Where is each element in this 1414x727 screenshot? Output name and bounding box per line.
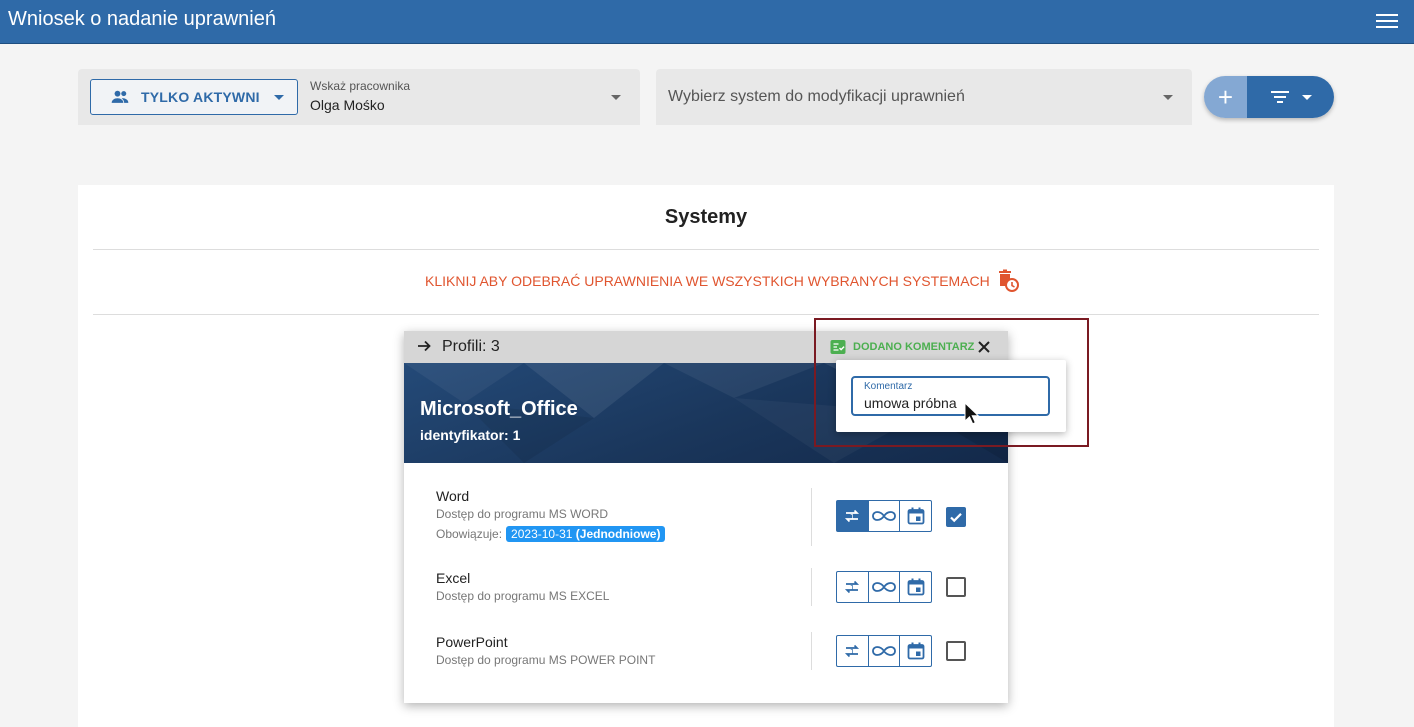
validity-mode-group: 1 <box>836 635 932 667</box>
delete-clock-icon <box>998 269 1019 292</box>
unlimited-button[interactable] <box>869 636 901 666</box>
divider <box>811 632 812 670</box>
validity-label: Obowiązuje: <box>436 527 503 541</box>
chevron-down-icon <box>273 94 284 100</box>
mouse-cursor-icon <box>964 402 980 425</box>
repeat-one-icon: 1 <box>845 580 860 594</box>
validity-type: (Jednodniowe) <box>575 527 661 541</box>
app-bar: Wniosek o nadanie uprawnień <box>0 0 1414 44</box>
profile-name: Excel <box>436 570 471 586</box>
profile-description: Dostęp do programu MS WORD <box>436 507 609 521</box>
svg-text:1: 1 <box>850 648 854 656</box>
divider <box>811 568 812 606</box>
profile-validity: Obowiązuje: 2023-10-31 (Jednodniowe) <box>436 526 666 542</box>
chevron-down-icon <box>1301 94 1312 100</box>
divider <box>93 314 1319 315</box>
system-identifier: identyfikator: 1 <box>420 427 521 443</box>
employee-dropdown-arrow-icon[interactable] <box>611 95 621 100</box>
employee-filter: TYLKO AKTYWNI Wskaż pracownika Olga Mośk… <box>78 69 640 125</box>
validity-mode-group: 1 <box>836 500 932 532</box>
action-fab-group: + <box>1204 76 1334 118</box>
system-dropdown-arrow-icon[interactable] <box>1163 95 1173 100</box>
one-time-button[interactable]: 1 <box>837 636 869 666</box>
filter-list-icon <box>1270 91 1289 103</box>
plus-icon: + <box>1217 81 1234 112</box>
active-only-label: TYLKO AKTYWNI <box>141 89 260 105</box>
repeat-one-icon: 1 <box>845 509 860 523</box>
one-time-button[interactable]: 1 <box>837 572 869 602</box>
profile-checkbox[interactable] <box>946 641 966 661</box>
one-time-button[interactable]: 1 <box>837 501 869 531</box>
employee-select[interactable]: Olga Mośko <box>310 97 385 113</box>
arrow-right-icon[interactable] <box>416 338 432 354</box>
active-only-toggle-button[interactable]: TYLKO AKTYWNI <box>90 79 298 115</box>
system-select-placeholder: Wybierz system do modyfikacji uprawnień <box>668 88 965 105</box>
profile-name: PowerPoint <box>436 634 508 650</box>
employee-field-label: Wskaż pracownika <box>310 79 411 93</box>
validity-date: 2023-10-31 <box>511 527 573 541</box>
validity-chip: 2023-10-31 (Jednodniowe) <box>506 526 666 542</box>
filter-menu-button[interactable] <box>1247 76 1334 118</box>
repeat-one-icon: 1 <box>845 644 860 658</box>
infinity-icon <box>872 511 896 521</box>
svg-text:1: 1 <box>850 513 854 521</box>
svg-text:1: 1 <box>850 584 854 592</box>
add-button[interactable]: + <box>1204 76 1247 118</box>
infinity-icon <box>872 646 896 656</box>
people-icon <box>111 90 129 103</box>
profile-description: Dostęp do programu MS POWER POINT <box>436 653 656 667</box>
date-range-button[interactable] <box>900 572 931 602</box>
profile-description: Dostęp do programu MS EXCEL <box>436 589 610 603</box>
system-select[interactable]: Wybierz system do modyfikacji uprawnień <box>656 69 1192 125</box>
revoke-all-button[interactable]: KLIKNIJ ABY ODEBRAĆ UPRAWNIENIA WE WSZYS… <box>425 269 1020 293</box>
profile-checkbox[interactable] <box>946 577 966 597</box>
divider <box>811 488 812 546</box>
page-title: Wniosek o nadanie uprawnień <box>8 8 276 30</box>
profile-row: PowerPoint Dostęp do programu MS POWER P… <box>404 632 1008 674</box>
unlimited-button[interactable] <box>869 501 901 531</box>
calendar-icon <box>907 642 925 660</box>
systems-heading: Systemy <box>664 206 748 228</box>
profile-row: Excel Dostęp do programu MS EXCEL 1 <box>404 568 1008 610</box>
calendar-icon <box>907 578 925 596</box>
infinity-icon <box>872 582 896 592</box>
date-range-button[interactable] <box>900 501 931 531</box>
system-name: Microsoft_Office <box>420 398 578 420</box>
divider <box>93 249 1319 250</box>
profile-name: Word <box>436 488 470 504</box>
unlimited-button[interactable] <box>869 572 901 602</box>
check-icon <box>950 513 962 523</box>
validity-mode-group: 1 <box>836 571 932 603</box>
hamburger-menu-icon[interactable] <box>1376 11 1398 31</box>
profile-row: Word Dostęp do programu MS WORD Obowiązu… <box>404 488 1008 548</box>
profile-checkbox[interactable] <box>946 507 966 527</box>
revoke-all-label: KLIKNIJ ABY ODEBRAĆ UPRAWNIENIA WE WSZYS… <box>425 273 990 289</box>
profiles-count: Profili: 3 <box>442 338 500 355</box>
highlight-frame <box>814 318 1089 447</box>
date-range-button[interactable] <box>900 636 931 666</box>
calendar-icon <box>907 507 925 525</box>
